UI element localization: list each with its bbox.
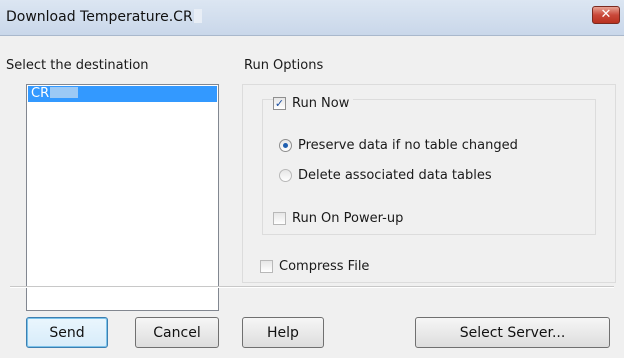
preserve-radio-row[interactable]: Preserve data if no table changed: [279, 138, 518, 153]
send-button[interactable]: Send: [26, 317, 108, 348]
delete-label: Delete associated data tables: [298, 168, 492, 183]
delete-radio-row[interactable]: Delete associated data tables: [279, 168, 492, 183]
destination-listbox[interactable]: CR: [26, 84, 219, 311]
destination-item-cr[interactable]: CR: [28, 86, 217, 102]
dialog-body: Select the destination CR Run Options ✓ …: [0, 36, 624, 358]
cancel-button[interactable]: Cancel: [135, 317, 219, 348]
list-obscured-region: [50, 87, 79, 98]
destination-label: Select the destination: [6, 58, 149, 73]
run-options-label: Run Options: [244, 58, 324, 73]
window-title-text: Download Temperature.CR: [6, 9, 193, 25]
run-now-checkbox[interactable]: ✓: [273, 97, 286, 110]
compress-label: Compress File: [279, 259, 370, 274]
select-server-button[interactable]: Select Server...: [415, 317, 610, 348]
help-button[interactable]: Help: [242, 317, 324, 348]
power-up-checkbox[interactable]: [273, 212, 286, 225]
window-title: Download Temperature.CR: [6, 9, 202, 25]
close-icon: ✕: [600, 7, 612, 22]
title-bar: Download Temperature.CR ✕: [0, 0, 624, 36]
close-button[interactable]: ✕: [592, 6, 620, 24]
button-divider: [10, 286, 614, 288]
compress-checkbox-row[interactable]: Compress File: [260, 259, 369, 274]
compress-checkbox[interactable]: [260, 260, 273, 273]
run-now-label: Run Now: [292, 96, 350, 111]
power-up-checkbox-row[interactable]: Run On Power-up: [273, 211, 403, 226]
power-up-label: Run On Power-up: [292, 211, 404, 226]
preserve-label: Preserve data if no table changed: [298, 138, 518, 153]
title-obscured-region: [193, 9, 202, 23]
delete-radio[interactable]: [279, 169, 292, 182]
run-now-checkbox-row[interactable]: ✓ Run Now: [273, 96, 354, 111]
preserve-radio[interactable]: [279, 139, 292, 152]
destination-item-label: CR: [31, 86, 50, 101]
